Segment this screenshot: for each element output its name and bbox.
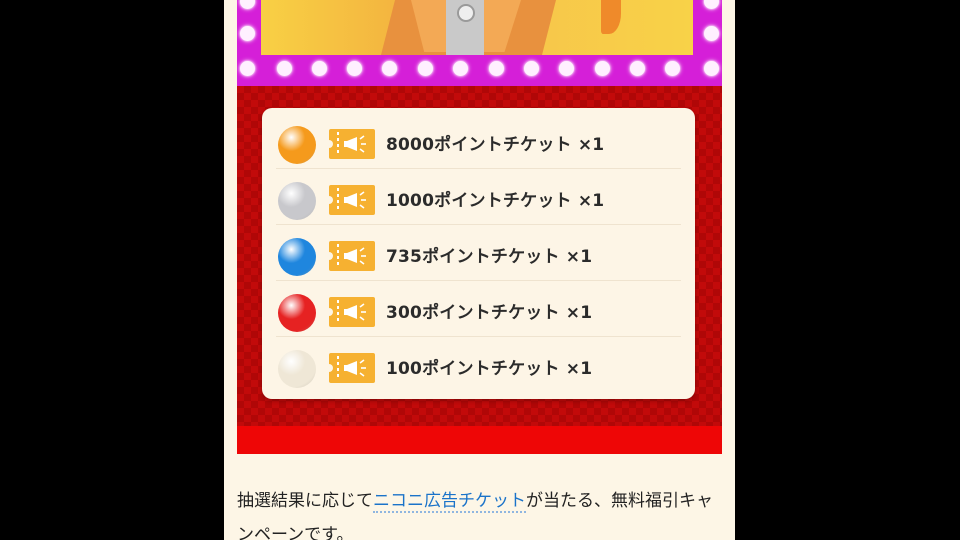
bulb-icon: [630, 61, 645, 76]
lottery-machine-image: [261, 0, 693, 55]
prize-label: 100ポイントチケット ×1: [386, 359, 593, 379]
bulb-icon: [524, 61, 539, 76]
megaphone-ticket-icon: [329, 185, 375, 215]
flame-decoration: [601, 0, 621, 34]
megaphone-ticket-icon: [329, 297, 375, 327]
bulb-icon: [665, 61, 680, 76]
prize-item: 1000ポイントチケット ×1: [262, 169, 695, 225]
description-text: 抽選結果に応じて: [237, 491, 373, 511]
megaphone-ticket-icon: [329, 129, 375, 159]
prize-item: 735ポイントチケット ×1: [262, 225, 695, 281]
bulb-icon: [418, 61, 433, 76]
prize-label: 735ポイントチケット ×1: [386, 247, 593, 267]
bulb-icon: [312, 61, 327, 76]
prize-label: 300ポイントチケット ×1: [386, 303, 593, 323]
bulb-icon: [489, 61, 504, 76]
campaign-description: 抽選結果に応じてニコニ広告チケットが当たる、無料福引キャンペーンです。: [237, 484, 727, 540]
prize-item: 300ポイントチケット ×1: [262, 281, 695, 337]
orange-ball-icon: [278, 126, 316, 164]
lottery-banner: [237, 0, 722, 86]
silver-ball-icon: [278, 182, 316, 220]
niconi-ad-ticket-link[interactable]: ニコニ広告チケット: [373, 491, 526, 513]
bulb-icon: [595, 61, 610, 76]
campaign-page: 8000ポイントチケット ×1 1000ポイントチケット ×1 735ポイントチ…: [224, 0, 735, 540]
megaphone-ticket-icon: [329, 353, 375, 383]
prize-item: 8000ポイントチケット ×1: [262, 113, 695, 169]
bulb-icon: [382, 61, 397, 76]
bulb-icon: [240, 26, 255, 41]
bulb-icon: [559, 61, 574, 76]
handle-knob-icon: [457, 4, 475, 22]
blue-ball-icon: [278, 238, 316, 276]
prize-list: 8000ポイントチケット ×1 1000ポイントチケット ×1 735ポイントチ…: [262, 108, 695, 399]
bulb-icon: [347, 61, 362, 76]
red-ball-icon: [278, 294, 316, 332]
megaphone-ticket-icon: [329, 241, 375, 271]
white-ball-icon: [278, 350, 316, 388]
bulb-icon: [277, 61, 292, 76]
bulb-icon: [704, 0, 719, 9]
bulb-icon: [704, 61, 719, 76]
bulb-icon: [240, 61, 255, 76]
prize-label: 1000ポイントチケット ×1: [386, 191, 605, 211]
bulb-icon: [240, 0, 255, 9]
prize-item: 100ポイントチケット ×1: [262, 337, 695, 393]
prize-label: 8000ポイントチケット ×1: [386, 135, 605, 155]
prize-panel-bottom-strip: [237, 426, 722, 454]
bulb-icon: [453, 61, 468, 76]
bulb-icon: [704, 26, 719, 41]
